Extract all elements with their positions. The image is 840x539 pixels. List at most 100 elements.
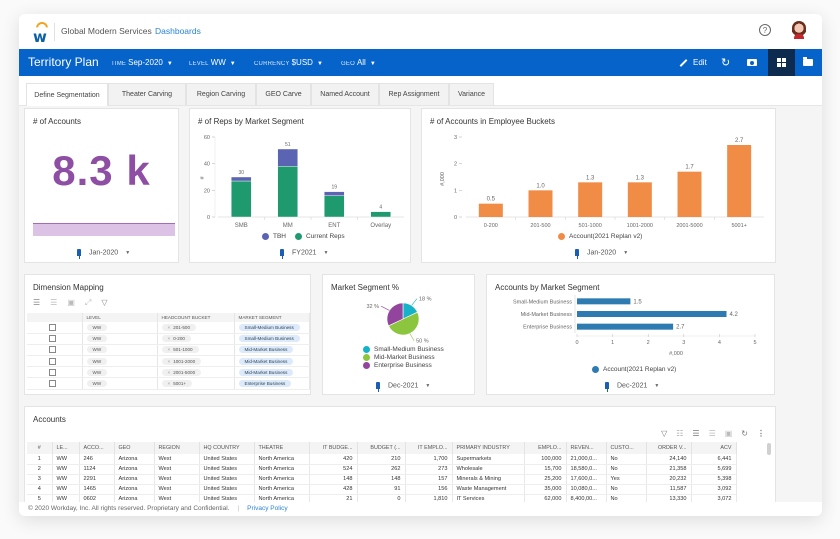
table-row[interactable]: 4 WW 1465 Arizona West United States North Ame… (27, 484, 737, 495)
remove-row-icon[interactable]: ☰ (709, 429, 716, 438)
table-row[interactable]: 3 WW 2291 Arizona West United States North Ame… (27, 474, 737, 485)
mapping-row[interactable]: WW × 0-200 Small-Medium Business (27, 333, 310, 345)
column-header[interactable]: ACV (691, 442, 737, 454)
row-checkbox[interactable] (49, 335, 56, 343)
tab-define-segmentation[interactable]: Define Segmentation (26, 83, 108, 106)
row-checkbox[interactable] (49, 357, 56, 365)
level-pill[interactable]: WW (86, 380, 108, 388)
row-checkbox[interactable] (49, 323, 56, 331)
user-avatar[interactable] (792, 21, 806, 39)
column-header[interactable]: REVEN... (566, 442, 607, 454)
remove-icon[interactable]: × (168, 325, 171, 330)
date-selector[interactable]: FY2021 ▼ (280, 249, 328, 259)
add-row-icon[interactable]: ☰ (692, 429, 699, 438)
column-header[interactable]: # (27, 442, 53, 454)
table-scrollbar[interactable] (767, 443, 771, 455)
legend-item: Mid-Market Business (363, 354, 435, 361)
column-header[interactable]: GEO (114, 442, 155, 454)
column-header-headcount-bucket[interactable]: HEADCOUNT BUCKET (157, 313, 235, 322)
save-icon[interactable]: ▣ (67, 298, 75, 308)
refresh-icon[interactable]: ↻ (741, 429, 748, 438)
tab-theater-carving[interactable]: Theater Carving (108, 83, 186, 105)
add-row-icon[interactable]: ☰ (33, 298, 40, 308)
filter-geo[interactable]: GEO All ▼ (341, 58, 376, 67)
privacy-policy-link[interactable]: Privacy Policy (247, 505, 287, 512)
bucket-pill[interactable]: × 5001+ (161, 380, 193, 388)
table-row[interactable]: 1 WW 246 Arizona West United States North Amer… (27, 454, 737, 465)
level-pill[interactable]: WW (86, 323, 108, 331)
segment-pill[interactable]: Mid-Market Business (238, 346, 294, 354)
column-header[interactable]: IT BUDGE... (309, 442, 358, 454)
date-selector[interactable]: Dec-2021 ▼ (376, 382, 430, 392)
level-pill[interactable]: WW (86, 346, 108, 354)
row-checkbox[interactable] (49, 346, 56, 354)
bucket-pill[interactable]: × 1001-2000 (161, 357, 202, 365)
mapping-row[interactable]: WW × 1001-2000 Mid-Market Business (27, 355, 310, 368)
date-selector[interactable]: Jan-2020 ▼ (575, 249, 628, 259)
segment-pill[interactable]: Small-Medium Business (238, 335, 300, 343)
mapping-row[interactable]: WW × 5001+ Enterprise Business (27, 377, 310, 390)
segment-pill[interactable]: Small-Medium Business (238, 323, 300, 331)
column-header[interactable]: HQ COUNTRY (199, 442, 255, 454)
column-header[interactable]: CUSTO... (606, 442, 647, 454)
column-header[interactable]: IT EMPLO... (405, 442, 453, 454)
tab-named-account[interactable]: Named Account (311, 83, 379, 105)
bar-tbh (277, 148, 298, 167)
filter-time[interactable]: TIME Sep-2020 ▼ (111, 58, 173, 67)
expand-icon[interactable]: ⤢ (85, 298, 91, 308)
remove-icon[interactable]: × (168, 347, 171, 352)
tab-geo-carve[interactable]: GEO Carve (256, 83, 311, 105)
tab-region-carving[interactable]: Region Carving (186, 83, 256, 105)
column-header[interactable]: EMPLO... (524, 442, 567, 454)
segment-pill[interactable]: Mid-Market Business (238, 368, 294, 376)
tab-rep-assignment[interactable]: Rep Assignment (379, 83, 449, 105)
save-icon[interactable]: ▣ (725, 429, 733, 438)
bucket-pill[interactable]: × 501-1000 (161, 346, 199, 354)
workday-logo[interactable]: w (33, 22, 51, 46)
filter-icon[interactable]: ▽ (661, 429, 667, 438)
table-row[interactable]: 2 WW 1124 Arizona West United States North Ame… (27, 464, 737, 475)
column-header[interactable]: BUDGET (... (357, 442, 406, 454)
date-selector[interactable]: Jan-2020 ▼ (77, 249, 130, 259)
bucket-pill[interactable]: × 0-200 (161, 335, 191, 343)
remove-icon[interactable]: × (168, 370, 171, 375)
folder-button[interactable] (798, 49, 818, 76)
level-pill[interactable]: WW (86, 357, 108, 365)
column-header[interactable]: ACCO... (79, 442, 115, 454)
segment-pill[interactable]: Enterprise Business (238, 380, 292, 388)
level-pill[interactable]: WW (86, 368, 108, 376)
bucket-pill[interactable]: × 201-500 (161, 323, 197, 331)
column-header-market-segment[interactable]: MARKET SEGMENT (234, 313, 310, 322)
row-checkbox[interactable] (49, 368, 56, 376)
mapping-row[interactable]: WW × 501-1000 Mid-Market Business (27, 344, 310, 357)
remove-icon[interactable]: × (168, 359, 171, 364)
remove-icon[interactable]: × (168, 336, 171, 341)
tab-variance[interactable]: Variance (449, 83, 494, 105)
date-selector[interactable]: Dec-2021 ▼ (605, 382, 659, 392)
column-header[interactable]: REGION (154, 442, 200, 454)
filter-currency[interactable]: CURRENCY $USD ▼ (254, 58, 323, 67)
remove-row-icon[interactable]: ☰ (50, 298, 57, 308)
bucket-pill[interactable]: × 2001-5000 (161, 368, 202, 376)
mapping-row[interactable]: WW × 2001-5000 Mid-Market Business (27, 366, 310, 379)
column-header[interactable]: LE... (52, 442, 80, 454)
grid-view-button[interactable] (768, 49, 795, 76)
mapping-row[interactable]: WW × 201-500 Small-Medium Business (27, 322, 310, 334)
level-pill[interactable]: WW (86, 335, 108, 343)
remove-icon[interactable]: × (168, 381, 171, 386)
refresh-button[interactable]: ↻ (721, 49, 730, 76)
filter-level[interactable]: LEVEL WW ▼ (189, 58, 236, 67)
more-options-icon[interactable]: ⋮ (757, 429, 765, 438)
help-icon[interactable]: ? (759, 24, 771, 36)
filter-icon[interactable]: ▽ (101, 298, 107, 308)
column-header[interactable]: PRIMARY INDUSTRY (452, 442, 525, 454)
column-filter-icon[interactable]: ☷ (676, 429, 683, 438)
edit-button[interactable]: Edit (679, 49, 707, 76)
row-checkbox[interactable] (49, 380, 56, 388)
column-header-level[interactable]: LEVEL (82, 313, 158, 322)
segment-pill[interactable]: Mid-Market Business (238, 357, 294, 365)
snapshot-button[interactable] (747, 49, 759, 76)
column-header[interactable]: ORDER V... (646, 442, 692, 454)
column-header[interactable]: THEATRE (254, 442, 310, 454)
dashboards-link[interactable]: Dashboards (155, 26, 201, 36)
